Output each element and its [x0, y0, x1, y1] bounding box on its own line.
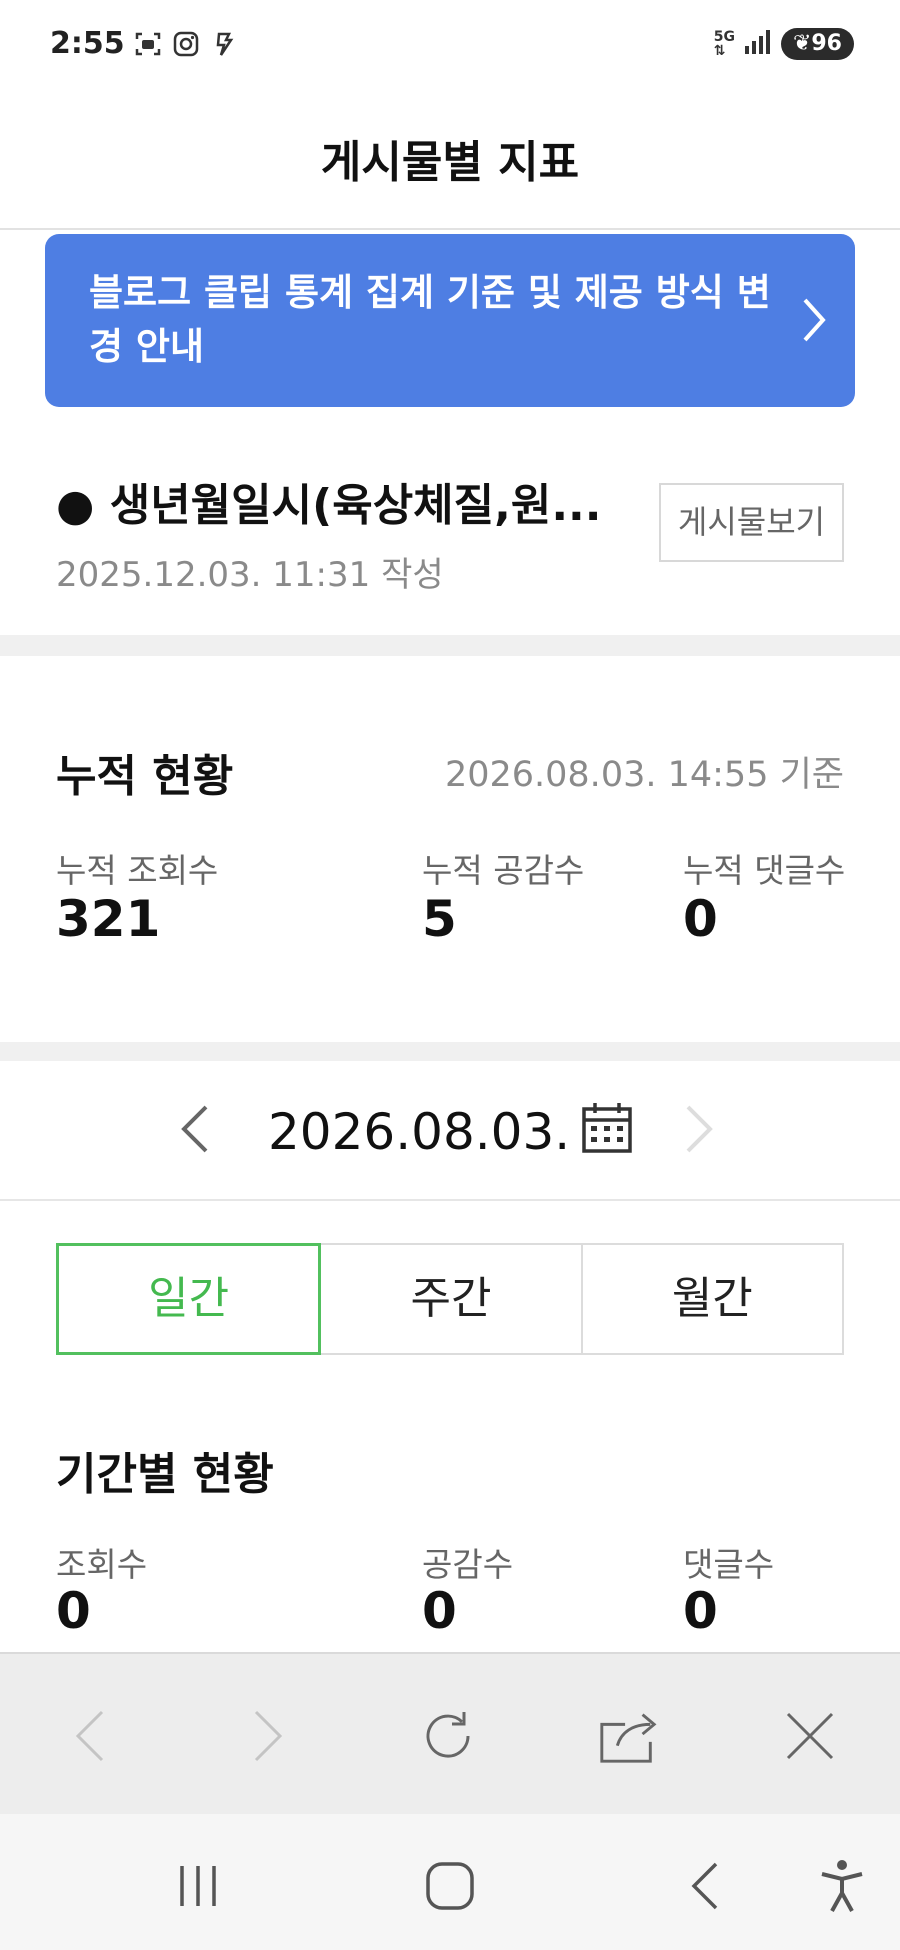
notice-banner[interactable]: 블로그 클립 통계 집계 기준 및 제공 방식 변경 안내 — [45, 234, 855, 407]
next-date-button[interactable] — [684, 1103, 716, 1159]
calendar-icon[interactable] — [580, 1101, 634, 1159]
cumulative-section: 누적 현황 2026.08.03. 14:55 기준 누적 조회수 321 누적… — [0, 656, 900, 1042]
chevron-right-icon — [801, 296, 829, 348]
signal-icon — [743, 28, 773, 60]
recent-apps-icon[interactable] — [168, 1856, 228, 1916]
period-likes-label: 공감수 — [422, 1545, 514, 1584]
cumulative-views-value: 321 — [56, 890, 161, 948]
cumulative-likes-label: 누적 공감수 — [422, 851, 585, 890]
view-post-button[interactable]: 게시물보기 — [659, 483, 844, 562]
cumulative-views-label: 누적 조회수 — [56, 851, 219, 890]
header: 게시물별 지표 — [0, 92, 900, 230]
post-info: ● 생년월일시(육상체질,원... 2025.12.03. 11:31 작성 게… — [0, 407, 900, 635]
post-date: 2025.12.03. 11:31 작성 — [56, 555, 444, 595]
screenshot-icon — [134, 30, 162, 58]
browser-back-button[interactable] — [58, 1704, 122, 1768]
refresh-icon[interactable] — [416, 1704, 480, 1768]
tab-monthly[interactable]: 월간 — [582, 1243, 844, 1355]
close-icon[interactable] — [778, 1704, 842, 1768]
period-section: 기간별 현황 조회수 0 공감수 0 댓글수 0 — [0, 1400, 900, 1652]
system-back-icon[interactable] — [674, 1856, 734, 1916]
network-5g-icon: 5G ⇅ — [713, 29, 735, 59]
battery-leaf-icon: ❦ — [792, 31, 812, 56]
cumulative-comments-value: 0 — [683, 890, 718, 948]
cumulative-likes-value: 5 — [422, 890, 457, 948]
period-comments-value: 0 — [683, 1582, 718, 1640]
date-navigator: 2026.08.03. — [0, 1061, 900, 1201]
period-heading: 기간별 현황 — [56, 1449, 274, 1500]
browser-toolbar — [0, 1652, 900, 1814]
cumulative-heading: 누적 현황 — [56, 751, 234, 802]
browser-forward-button[interactable] — [236, 1704, 300, 1768]
notification-icons — [134, 30, 238, 58]
period-likes-value: 0 — [422, 1582, 457, 1640]
cumulative-comments-label: 누적 댓글수 — [683, 851, 846, 890]
prev-date-button[interactable] — [178, 1103, 210, 1159]
status-right: 5G ⇅ ❦96 — [714, 28, 854, 60]
post-title: ● 생년월일시(육상체질,원... — [56, 480, 602, 531]
selected-date: 2026.08.03. — [268, 1103, 571, 1161]
app-notification-icon — [210, 30, 238, 58]
basis-time: 2026.08.03. 14:55 기준 — [444, 755, 844, 795]
tab-weekly[interactable]: 주간 — [321, 1243, 583, 1355]
status-bar: 2:55 5G ⇅ ❦96 — [0, 0, 900, 92]
accessibility-icon[interactable] — [812, 1856, 872, 1916]
period-views-label: 조회수 — [56, 1545, 148, 1584]
period-views-value: 0 — [56, 1582, 91, 1640]
battery-indicator: ❦96 — [780, 28, 854, 60]
section-divider — [0, 1042, 900, 1061]
tab-daily[interactable]: 일간 — [56, 1243, 322, 1355]
status-time: 2:55 — [50, 26, 125, 61]
notice-text: 블로그 클립 통계 집계 기준 및 제공 방식 변경 안내 — [89, 271, 771, 368]
home-icon[interactable] — [420, 1856, 480, 1916]
share-icon[interactable] — [596, 1704, 660, 1768]
instagram-icon — [172, 30, 200, 58]
system-navigation-bar — [0, 1814, 900, 1950]
period-comments-label: 댓글수 — [683, 1545, 775, 1584]
section-divider — [0, 635, 900, 656]
page-title: 게시물별 지표 — [320, 137, 580, 188]
period-tabs: 일간 주간 월간 — [56, 1243, 844, 1355]
